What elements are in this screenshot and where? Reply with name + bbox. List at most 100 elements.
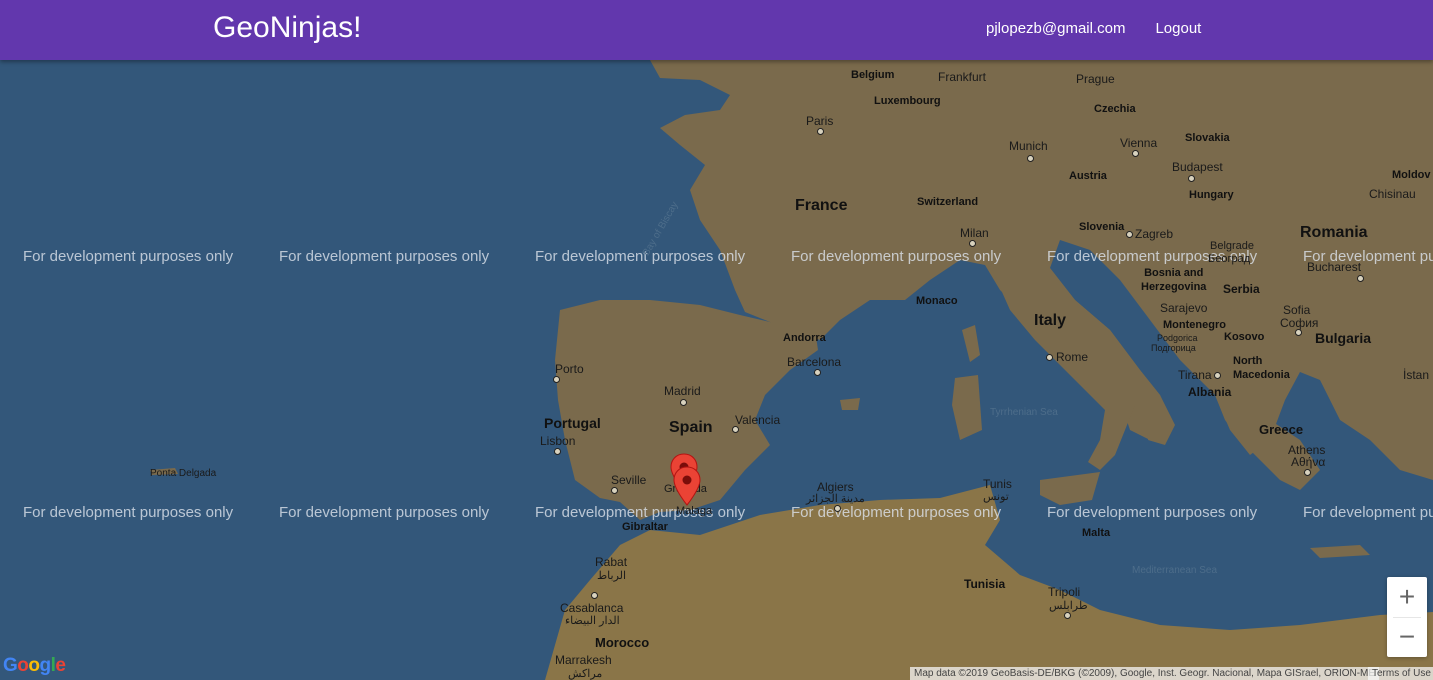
country-label-slovakia: Slovakia [1185,132,1230,144]
city-dot [611,487,618,494]
user-email-link[interactable]: pjlopezb@gmail.com [986,18,1125,40]
city-dot [969,240,976,247]
country-label-portugal: Portugal [544,415,601,431]
map-base-shapes [0,60,1433,680]
city-label-ponta-delgada: Ponta Delgada [150,468,217,479]
city-label-belgrade: Belgrade [1210,240,1255,252]
city-label-paris: Paris [806,114,834,128]
city-label-rome: Rome [1056,350,1089,364]
zoom-in-button[interactable]: + [1387,577,1427,617]
country-label-serbia: Serbia [1223,282,1260,296]
map-canvas[interactable]: For development purposes only For develo… [0,60,1433,680]
city-label-munich: Munich [1009,139,1048,153]
city-dot [1126,231,1133,238]
navbar: GeoNinjas! pjlopezb@gmail.com Logout [0,0,1433,60]
brand-link[interactable]: GeoNinjas! [213,10,361,46]
city-label-tunis: Tunis [983,477,1012,491]
country-label-andorra: Andorra [783,332,826,344]
country-label-montenegro: Montenegro [1163,319,1226,331]
city-dot [732,426,739,433]
city-dot [1132,150,1139,157]
city-label-tunis-local: تونس [983,491,1009,503]
city-label-prague: Prague [1076,72,1115,86]
city-label-podgorica-local: Подгорица [1151,343,1196,353]
city-label-zagreb: Zagreb [1135,227,1174,241]
country-label-malta: Malta [1082,527,1111,539]
water-label-mediterranean-sea: Mediterranean Sea [1132,565,1218,576]
city-dot [1304,469,1311,476]
city-label-tripoli-local: طرابلس [1049,600,1088,612]
zoom-control: + − [1387,577,1427,657]
country-label-greece: Greece [1259,422,1304,437]
city-label-chisinau: Chisinau [1369,187,1416,201]
country-label-bulgaria: Bulgaria [1315,330,1372,346]
dev-watermark: For development purposes only [279,248,490,265]
city-dot [1357,275,1364,282]
city-label-marrakesh-local: مراكش [568,668,603,680]
city-label-rabat: Rabat [595,555,628,569]
google-logo[interactable]: Google [3,655,66,677]
country-label-luxembourg: Luxembourg [874,95,941,107]
city-label-rabat-local: الرباط [597,570,627,582]
city-label-sofia: Sofia [1283,303,1311,317]
city-dot [817,128,824,135]
zoom-out-button[interactable]: − [1387,617,1427,657]
city-dot [1046,354,1053,361]
city-label-casablanca: Casablanca [560,601,624,615]
city-label-milan: Milan [960,226,989,240]
dev-watermark: For development purposes only [279,504,490,521]
map-attribution: Map data ©2019 GeoBasis-DE/BKG (©2009), … [910,667,1380,680]
city-dot [814,369,821,376]
country-label-france: France [795,197,848,214]
country-label-tunisia: Tunisia [964,577,1006,591]
country-label-spain: Spain [669,419,713,436]
country-label-morocco: Morocco [595,635,650,650]
city-label-porto: Porto [555,362,584,376]
country-label-moldova: Moldov [1392,169,1431,181]
country-label-austria: Austria [1069,170,1107,182]
city-dot [1188,175,1195,182]
dev-watermark: For development purposes only [535,504,746,521]
city-label-frankfurt: Frankfurt [938,70,987,84]
city-label-sofia-local: София [1280,316,1319,330]
dev-watermark: For development purposes only [791,504,1002,521]
city-dot [834,505,841,512]
water-label-tyrrhenian-sea: Tyrrhenian Sea [990,407,1058,418]
country-label-belgium: Belgium [851,69,895,81]
city-dot [680,399,687,406]
country-label-romania: Romania [1300,224,1368,241]
logout-link[interactable]: Logout [1155,18,1201,40]
country-label-bosnia: Bosnia and Herzegovina [1141,267,1207,293]
city-label-algiers-local: مدينة الجزائر [806,493,865,505]
country-label-gibraltar: Gibraltar [622,521,668,533]
city-label-budapest: Budapest [1172,160,1223,174]
country-label-czechia: Czechia [1094,103,1136,115]
country-label-italy: Italy [1034,312,1067,329]
city-label-barcelona: Barcelona [787,355,842,369]
dev-watermark: For development purposes only [791,248,1002,265]
city-label-istanbul: İstan [1403,368,1430,382]
city-label-lisbon: Lisbon [540,434,576,448]
city-label-vienna: Vienna [1120,136,1158,150]
country-label-north-macedonia: North Macedonia [1233,355,1290,381]
city-label-tirana: Tirana [1178,368,1212,382]
map-marker-icon[interactable] [673,466,701,506]
city-label-bucharest: Bucharest [1307,260,1362,274]
city-label-casablanca-local: الدار البيضاء [565,615,620,627]
dev-watermark: For development purposes only [1047,504,1258,521]
city-label-sarajevo: Sarajevo [1160,301,1208,315]
dev-watermark: For development purposes only [23,248,234,265]
terms-of-use-link[interactable]: Terms of Use [1368,667,1433,680]
city-label-valencia: Valencia [735,413,781,427]
city-dot [553,376,560,383]
city-dot [554,448,561,455]
dev-watermark: For development purposes only [1303,504,1433,521]
country-label-hungary: Hungary [1189,189,1234,201]
country-label-albania: Albania [1188,385,1232,399]
country-label-monaco: Monaco [916,295,958,307]
city-label-malaga: Malaga [676,505,713,517]
city-dot [1295,329,1302,336]
city-label-athens-local: Αθήνα [1291,455,1326,469]
country-label-kosovo: Kosovo [1224,331,1265,343]
city-label-beograd: Београд [1208,253,1251,265]
